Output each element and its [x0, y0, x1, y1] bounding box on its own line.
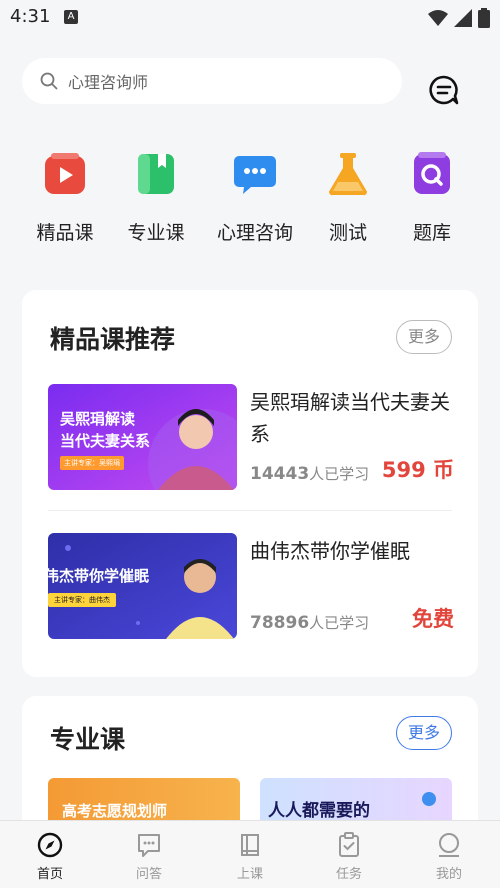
- category-jingpinke[interactable]: 精品课: [20, 150, 110, 245]
- section-title: 专业课: [50, 725, 126, 754]
- course-price: 免费: [412, 607, 454, 631]
- nav-qa[interactable]: 问答: [119, 831, 179, 882]
- category-tiku[interactable]: 题库: [387, 150, 477, 245]
- course-item[interactable]: 吴熙琄解读 当代夫妻关系 主讲专家：吴熙琄 吴熙琄解读当代夫妻关系 14443人…: [48, 384, 454, 490]
- chat-bubble-icon: [234, 156, 276, 194]
- nav-home[interactable]: 首页: [20, 831, 80, 882]
- message-icon[interactable]: [428, 74, 460, 106]
- search-icon: [40, 72, 58, 90]
- more-button[interactable]: 更多: [396, 320, 452, 354]
- learner-count: 14443人已学习: [250, 464, 370, 484]
- question-bank-icon: [414, 152, 450, 194]
- course-item[interactable]: 伟杰带你学催眠 主讲专家：曲伟杰 曲伟杰带你学催眠 78896人已学习 免费: [48, 533, 454, 639]
- section-title: 精品课推荐: [50, 325, 176, 354]
- qa-bubble-icon: [138, 834, 160, 857]
- status-bar: 4:31 A: [0, 0, 500, 34]
- play-video-icon: [45, 153, 85, 194]
- nav-class[interactable]: 上课: [220, 831, 280, 882]
- category-grid: 精品课 专业课 心理咨询 测试 题库: [0, 150, 500, 250]
- notification-icon: A: [64, 10, 78, 24]
- divider: [48, 510, 452, 511]
- category-zhuanyeke[interactable]: 专业课: [111, 150, 201, 245]
- battery-icon: [478, 8, 490, 28]
- category-ceshi[interactable]: 测试: [303, 150, 393, 245]
- book-open-icon: [241, 834, 259, 856]
- status-time: 4:31: [10, 6, 51, 27]
- chat-dot-icon: [422, 792, 436, 806]
- flask-icon: [329, 153, 367, 196]
- compass-icon: [37, 832, 63, 858]
- nav-me[interactable]: 我的: [419, 831, 479, 882]
- course-title: 曲伟杰带你学催眠: [250, 539, 410, 563]
- bottom-nav: 首页 问答 上课 任务 我的: [0, 820, 500, 888]
- category-xinlizixun[interactable]: 心理咨询: [210, 150, 300, 245]
- more-button[interactable]: 更多: [396, 716, 452, 750]
- search-input[interactable]: 心理咨询师: [22, 58, 402, 104]
- signal-icon: [454, 9, 472, 27]
- clipboard-check-icon: [339, 832, 359, 857]
- wifi-icon: [428, 10, 448, 26]
- featured-courses-card: 精品课推荐 更多 吴熙琄解读 当代夫妻关系 主讲专家：吴熙琄 吴熙琄解读当代夫妻…: [22, 290, 478, 677]
- user-icon: [439, 833, 459, 857]
- search-placeholder: 心理咨询师: [68, 73, 149, 92]
- learner-count: 78896人已学习: [250, 613, 370, 633]
- book-icon: [138, 154, 174, 194]
- course-price: 599 币: [381, 458, 454, 482]
- course-thumbnail: 伟杰带你学催眠 主讲专家：曲伟杰: [48, 533, 237, 639]
- course-title: 吴熙琄解读当代夫妻关系: [250, 390, 450, 446]
- nav-tasks[interactable]: 任务: [319, 831, 379, 882]
- course-thumbnail: 吴熙琄解读 当代夫妻关系 主讲专家：吴熙琄: [48, 384, 237, 490]
